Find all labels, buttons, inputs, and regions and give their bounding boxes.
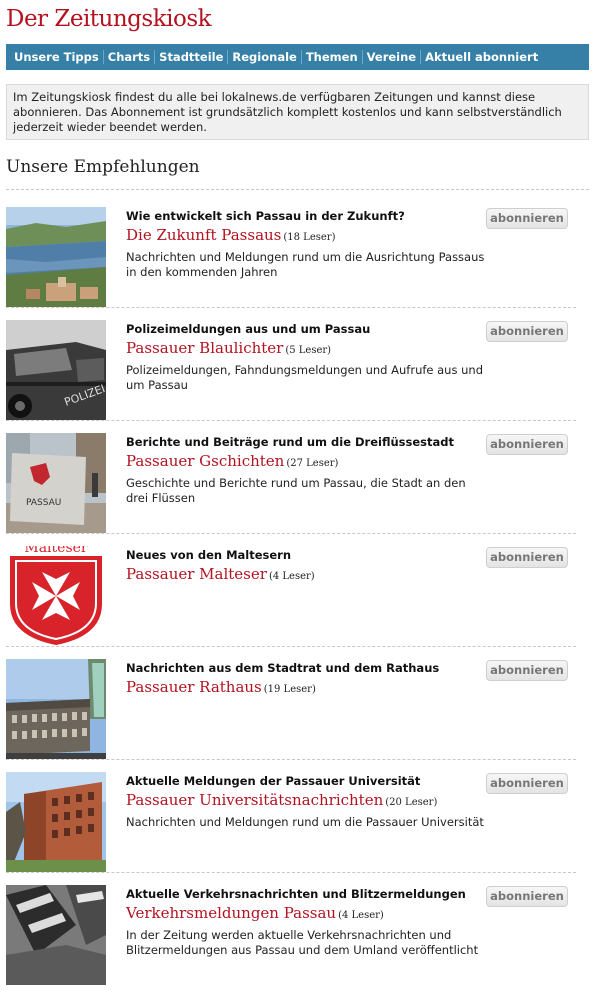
section-divider bbox=[6, 189, 589, 190]
item-description: Nachrichten und Meldungen rund um die Pa… bbox=[126, 815, 484, 829]
reader-count: (27 Leser) bbox=[286, 458, 339, 469]
subscribe-button[interactable]: abonnieren bbox=[486, 660, 568, 681]
reader-count: (5 Leser) bbox=[285, 345, 332, 356]
reader-count: (19 Leser) bbox=[263, 684, 316, 695]
item-teaser: Berichte und Beiträge rund um die Dreifl… bbox=[126, 435, 454, 449]
site-title[interactable]: Der Zeitungskiosk bbox=[6, 6, 212, 32]
section-title: Unsere Empfehlungen bbox=[6, 157, 200, 177]
item-title-line: Passauer Malteser (4 Leser) bbox=[126, 565, 315, 583]
subscribe-button[interactable]: abonnieren bbox=[486, 886, 568, 907]
item-name-link[interactable]: Passauer Malteser bbox=[126, 565, 267, 583]
item-name-link[interactable]: Passauer Rathaus bbox=[126, 678, 262, 696]
main-navigation: Unsere Tipps Charts Stadtteile Regionale… bbox=[6, 44, 589, 70]
passau-sign-photo[interactable]: PASSAU bbox=[6, 433, 106, 533]
item-teaser: Aktuelle Meldungen der Passauer Universi… bbox=[126, 774, 421, 788]
newspaper-item: Nachrichten aus dem Stadtrat und dem Rat… bbox=[6, 659, 576, 772]
newspaper-item: Aktuelle Meldungen der Passauer Universi… bbox=[6, 772, 576, 885]
item-name-link[interactable]: Passauer Gschichten bbox=[126, 452, 284, 470]
item-teaser: Nachrichten aus dem Stadtrat und dem Rat… bbox=[126, 661, 440, 675]
newspaper-item: POLIZEI Polizeimeldungen aus und um Pass… bbox=[6, 320, 576, 433]
subscribe-button[interactable]: abonnieren bbox=[486, 321, 568, 342]
subscribe-button[interactable]: abonnieren bbox=[486, 434, 568, 455]
item-teaser: Aktuelle Verkehrsnachrichten und Blitzer… bbox=[126, 887, 466, 901]
item-divider bbox=[6, 759, 576, 760]
reader-count: (4 Leser) bbox=[268, 571, 315, 582]
item-name-link[interactable]: Passauer Universitätsnachrichten bbox=[126, 791, 383, 809]
police-car-photo[interactable]: POLIZEI bbox=[6, 320, 106, 420]
nav-regionale[interactable]: Regionale bbox=[228, 50, 302, 64]
university-building-photo[interactable] bbox=[6, 772, 106, 872]
reader-count: (18 Leser) bbox=[283, 232, 336, 243]
item-divider bbox=[6, 646, 576, 647]
item-name-link[interactable]: Verkehrsmeldungen Passau bbox=[126, 904, 336, 922]
malteser-text: Malteser bbox=[24, 546, 88, 556]
item-name-link[interactable]: Die Zukunft Passaus bbox=[126, 226, 281, 244]
traffic-photo[interactable] bbox=[6, 885, 106, 985]
subscribe-button[interactable]: abonnieren bbox=[486, 547, 568, 568]
newspaper-item: Aktuelle Verkehrsnachrichten und Blitzer… bbox=[6, 885, 576, 998]
intro-box: Im Zeitungskiosk findest du alle bei lok… bbox=[6, 84, 589, 140]
item-divider bbox=[6, 533, 576, 534]
item-title-line: Passauer Blaulichter (5 Leser) bbox=[126, 339, 331, 357]
item-teaser: Wie entwickelt sich Passau in der Zukunf… bbox=[126, 209, 405, 223]
nav-charts[interactable]: Charts bbox=[104, 50, 156, 64]
item-title-line: Passauer Universitätsnachrichten (20 Lese… bbox=[126, 791, 437, 809]
reader-count: (20 Leser) bbox=[385, 797, 438, 808]
item-description: Geschichte und Berichte rund um Passau, … bbox=[126, 476, 466, 505]
nav-aktuell-abonniert[interactable]: Aktuell abonniert bbox=[421, 50, 542, 64]
subscribe-button[interactable]: abonnieren bbox=[486, 208, 568, 229]
newspaper-item: PASSAU Berichte und Beiträge rund um die… bbox=[6, 433, 576, 546]
item-teaser: Neues von den Maltesern bbox=[126, 548, 292, 562]
item-description: Nachrichten und Meldungen rund um die Au… bbox=[126, 250, 485, 279]
city-hall-photo[interactable] bbox=[6, 659, 106, 759]
item-divider bbox=[6, 872, 576, 873]
sign-text: PASSAU bbox=[26, 498, 61, 508]
item-description: Polizeimeldungen, Fahndungsmeldungen und… bbox=[126, 363, 483, 392]
item-title-line: Passauer Gschichten (27 Leser) bbox=[126, 452, 338, 470]
nav-themen[interactable]: Themen bbox=[302, 50, 363, 64]
item-teaser: Polizeimeldungen aus und um Passau bbox=[126, 322, 371, 336]
nav-vereine[interactable]: Vereine bbox=[363, 50, 422, 64]
item-title-line: Verkehrsmeldungen Passau (4 Leser) bbox=[126, 904, 384, 922]
passau-panorama-photo[interactable] bbox=[6, 207, 106, 307]
subscribe-button[interactable]: abonnieren bbox=[486, 773, 568, 794]
item-description: In der Zeitung werden aktuelle Verkehrsn… bbox=[126, 928, 479, 957]
item-title-line: Passauer Rathaus (19 Leser) bbox=[126, 678, 316, 696]
item-divider bbox=[6, 420, 576, 421]
item-title-line: Die Zukunft Passaus (18 Leser) bbox=[126, 226, 335, 244]
newspaper-item: Wie entwickelt sich Passau in der Zukunf… bbox=[6, 207, 576, 320]
item-name-link[interactable]: Passauer Blaulichter bbox=[126, 339, 283, 357]
nav-unsere-tipps[interactable]: Unsere Tipps bbox=[10, 50, 104, 64]
newspaper-item: Malteser Neues von den Maltesern Passaue… bbox=[6, 546, 576, 659]
malteser-logo[interactable]: Malteser bbox=[6, 546, 106, 646]
reader-count: (4 Leser) bbox=[338, 910, 384, 921]
item-divider bbox=[6, 307, 576, 308]
nav-stadtteile[interactable]: Stadtteile bbox=[155, 50, 229, 64]
